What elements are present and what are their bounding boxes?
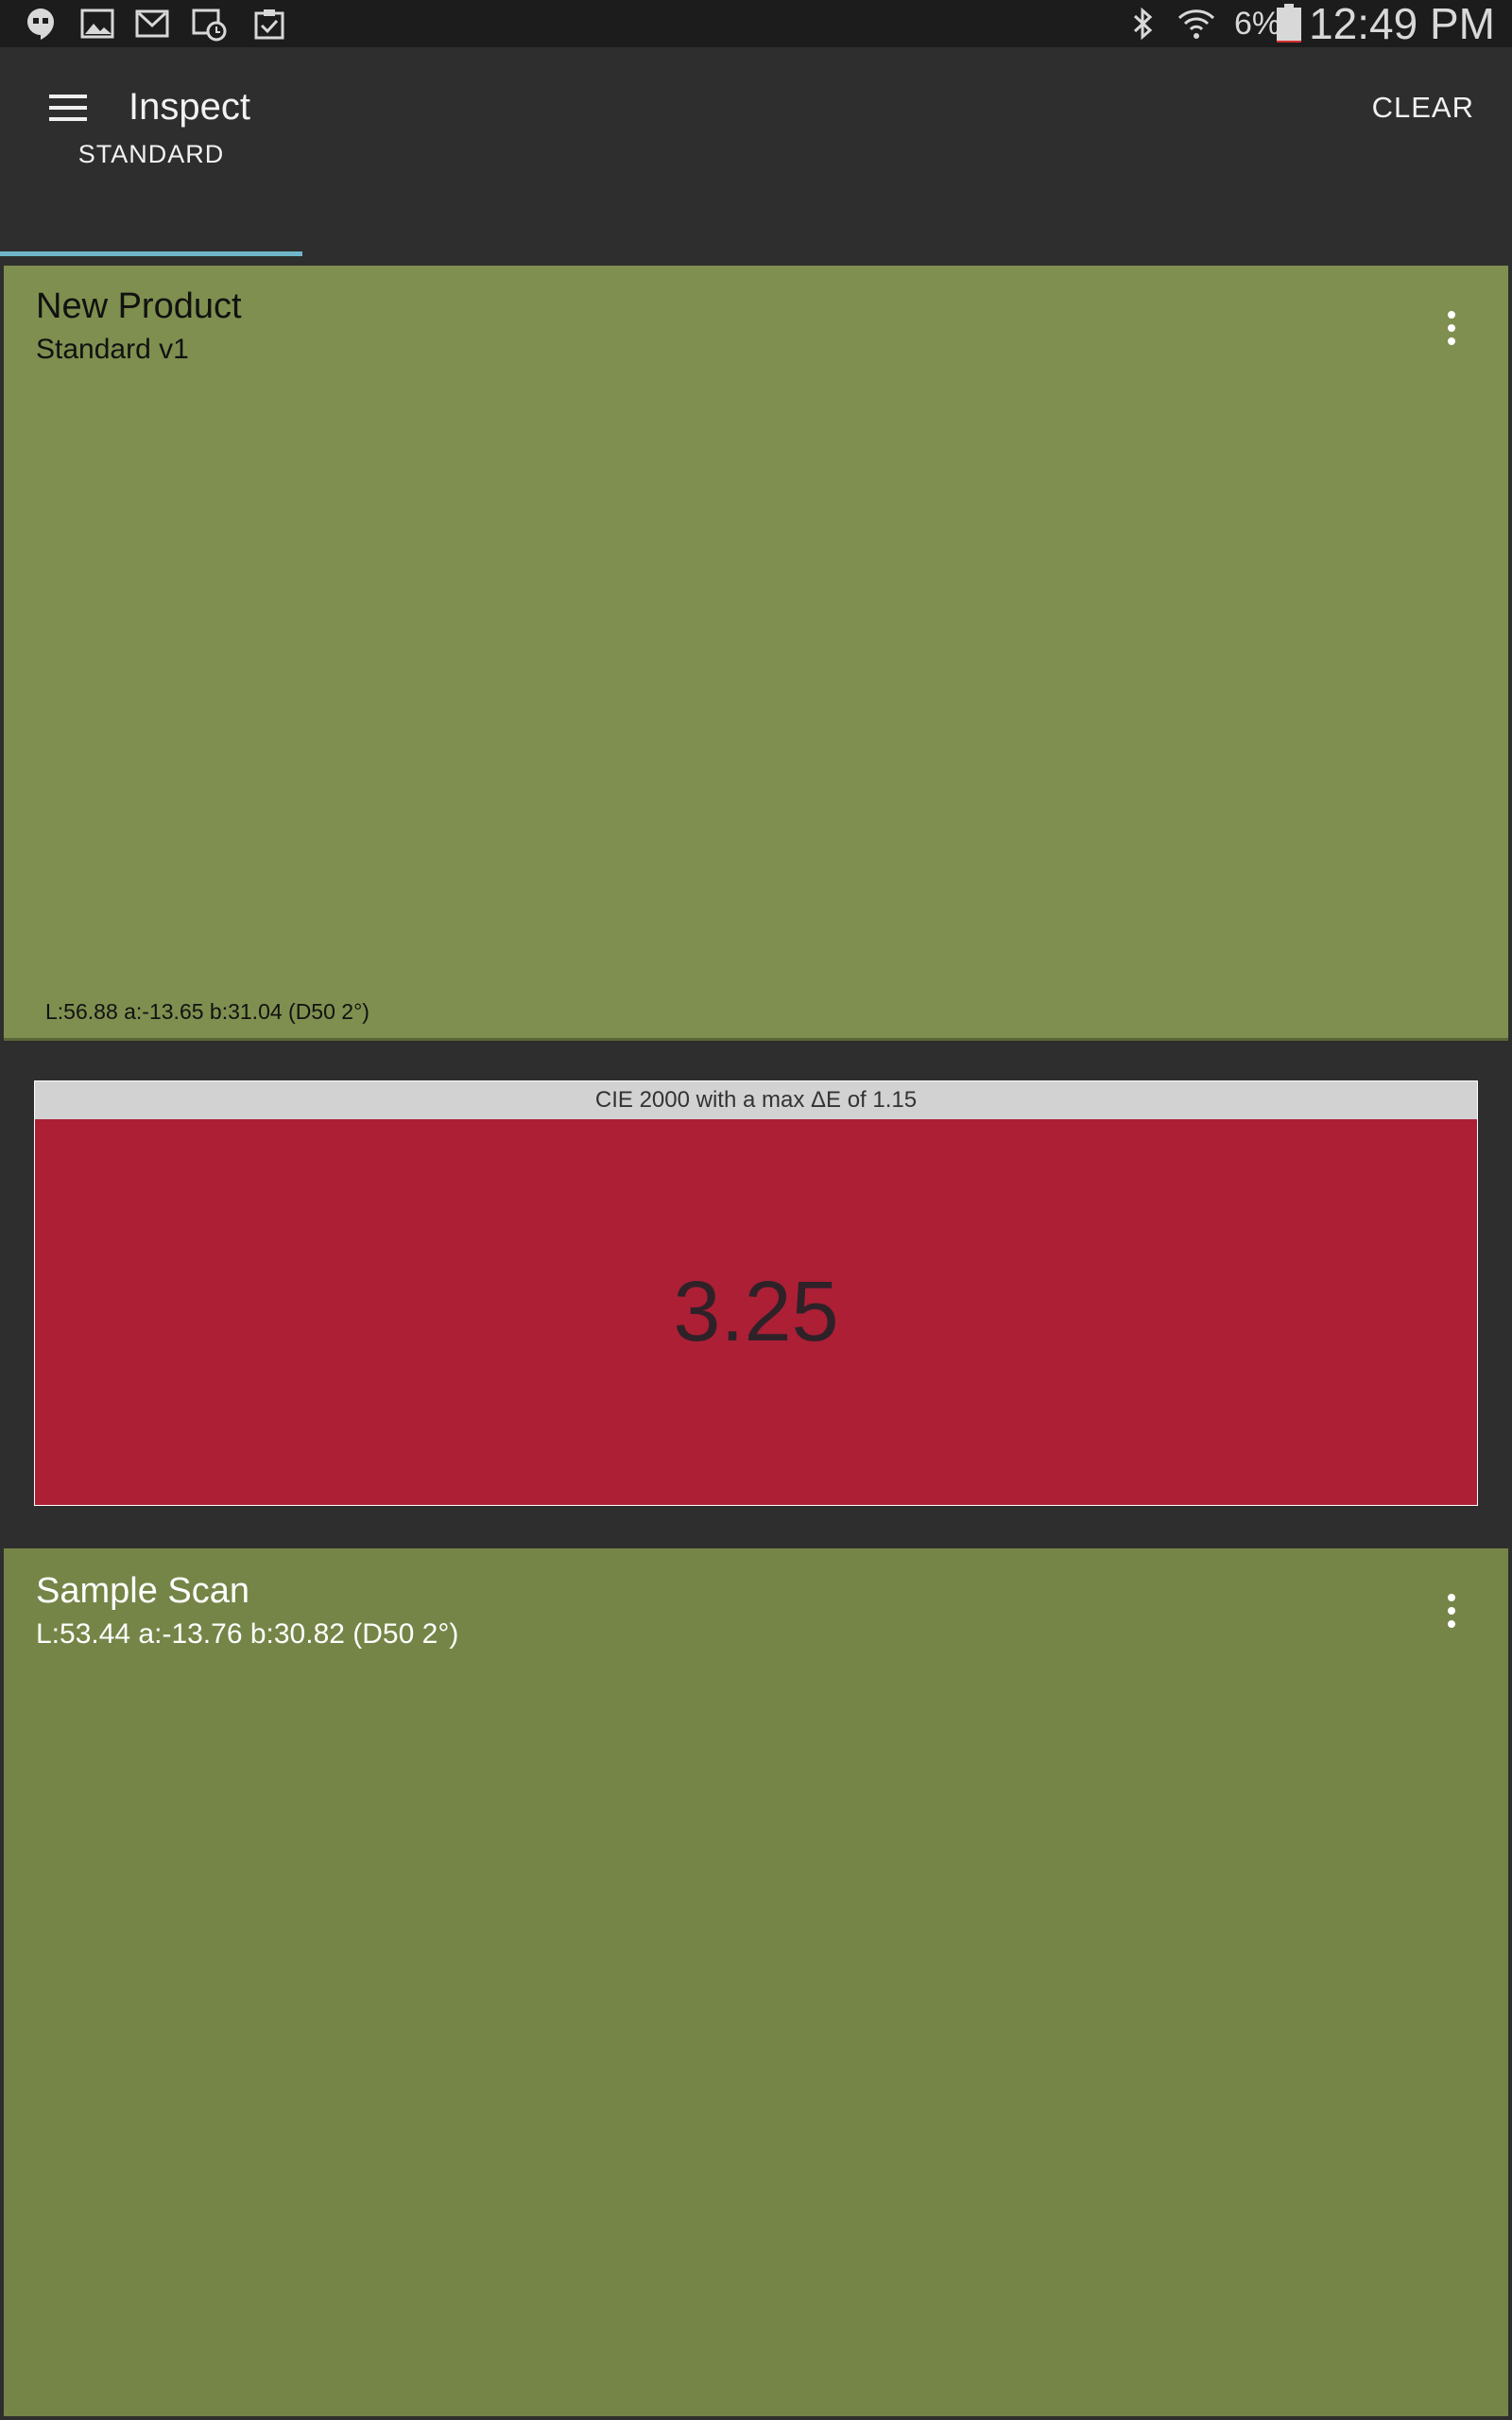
standard-swatch-card[interactable]: New Product Standard v1 L:56.88 a:-13.65… — [4, 266, 1508, 1041]
tab-indicator — [0, 251, 302, 256]
sample-lab-values: L:53.44 a:-13.76 b:30.82 (D50 2°) — [36, 1618, 459, 1650]
delta-e-value: 3.25 — [35, 1119, 1477, 1505]
sample-title: Sample Scan — [36, 1571, 250, 1611]
clipboard-check-icon — [254, 9, 284, 40]
battery-icon — [1277, 4, 1301, 43]
wifi-icon — [1177, 9, 1215, 39]
app-bar: Inspect CLEAR STANDARD — [0, 47, 1512, 256]
calendar-clock-icon — [192, 9, 227, 42]
sample-swatch-card[interactable]: Sample Scan L:53.44 a:-13.76 b:30.82 (D5… — [4, 1548, 1508, 2416]
sample-more-icon[interactable] — [1446, 1592, 1455, 1630]
clear-button[interactable]: CLEAR — [1372, 85, 1474, 130]
status-bar: 6% 12:49 PM — [0, 0, 1512, 47]
standard-lab-values: L:56.88 a:-13.65 b:31.04 (D50 2°) — [45, 999, 369, 1024]
bluetooth-icon — [1133, 7, 1153, 41]
battery-percent: 6% — [1234, 6, 1281, 42]
standard-subtitle: Standard v1 — [36, 334, 189, 365]
tab-standard-label: STANDARD — [77, 140, 225, 168]
delta-e-header: CIE 2000 with a max ΔE of 1.15 — [35, 1081, 1477, 1119]
standard-more-icon[interactable] — [1446, 309, 1455, 347]
delta-e-result: CIE 2000 with a max ΔE of 1.15 3.25 — [34, 1080, 1478, 1506]
gmail-icon — [135, 9, 169, 38]
clock: 12:49 PM — [1309, 0, 1495, 48]
menu-icon[interactable] — [49, 89, 87, 127]
standard-title: New Product — [36, 286, 242, 326]
page-title: Inspect — [129, 86, 250, 128]
gallery-icon — [80, 9, 114, 39]
hangouts-icon — [27, 9, 54, 40]
